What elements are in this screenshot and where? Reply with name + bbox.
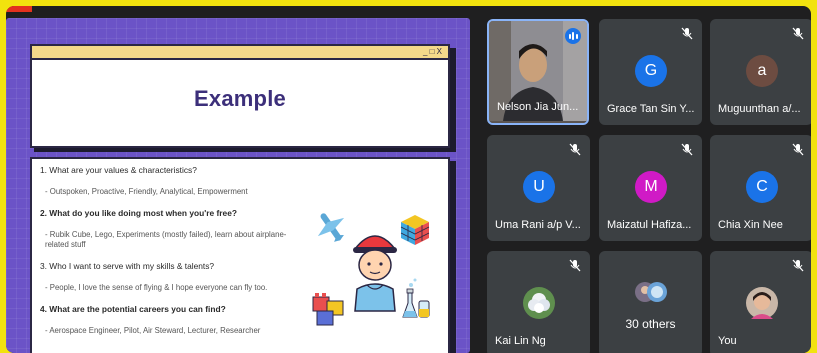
mic-off-icon [681,143,693,156]
presentation-slide: _ □ X Example 1. What are your values & … [6,18,470,353]
others-tile[interactable]: 30 others [599,251,702,353]
answer-4: - Aerospace Engineer, Pilot, Air Steward… [45,326,261,335]
participant-name: Muguunthan a/... [718,103,801,115]
participant-tile-nelson[interactable]: Nelson Jia Jun... [487,19,589,125]
avatar: G [635,55,667,87]
answer-3: - People, I love the sense of flying & I… [45,283,268,292]
participant-name: Uma Rani a/p V... [495,219,581,231]
participant-tile-chia[interactable]: C Chia Xin Nee [710,135,811,241]
meeting-stage: _ □ X Example 1. What are your values & … [6,6,811,353]
participant-name: You [718,335,737,347]
lab-flask-icon [402,278,430,318]
participant-name: Nelson Jia Jun... [497,101,579,113]
slide-illustration [312,213,430,326]
participant-name: Maizatul Hafiza... [607,219,692,231]
participant-tile-kai-lin[interactable]: Kai Lin Ng [487,251,590,353]
mic-off-icon [569,143,581,156]
mic-off-icon [681,27,693,40]
question-1: 1. What are your values & characteristic… [40,165,197,175]
others-avatars [635,282,667,302]
answer-2: - Rubik Cube, Lego, Experiments (mostly … [45,230,287,249]
window-controls: _ □ X [422,47,442,56]
user-avatar-photo [746,287,778,319]
audio-level-icon [565,28,581,44]
recording-indicator [6,6,32,12]
title-window: _ □ X Example [30,44,450,148]
lego-bricks-icon [312,293,344,326]
avatar: U [523,171,555,203]
mic-off-icon [792,143,804,156]
avatar: M [635,171,667,203]
slide-heading: Example [194,86,286,111]
person-avatar-icon [353,235,397,312]
participant-name: Grace Tan Sin Y... [607,103,695,115]
participant-tile-uma[interactable]: U Uma Rani a/p V... [487,135,590,241]
participant-tile-maizatul[interactable]: M Maizatul Hafiza... [599,135,702,241]
participant-name: Chia Xin Nee [718,219,783,231]
others-count: 30 others [625,317,676,331]
avatar: a [746,55,778,87]
participant-tile-you[interactable]: You [710,251,811,353]
airplane-icon [317,213,345,242]
mic-off-icon [569,259,581,272]
answer-1: - Outspoken, Proactive, Friendly, Analyt… [45,187,248,196]
mic-off-icon [792,27,804,40]
participant-name: Kai Lin Ng [495,335,546,347]
participant-tile-muguunthan[interactable]: a Muguunthan a/... [710,19,811,125]
avatar: C [746,171,778,203]
content-window: 1. What are your values & characteristic… [30,157,450,353]
window-titlebar: _ □ X [32,46,448,60]
participant-tile-grace[interactable]: G Grace Tan Sin Y... [599,19,702,125]
flower-avatar-photo [523,287,555,319]
mic-off-icon [792,259,804,272]
rubik-cube-icon [400,215,430,245]
